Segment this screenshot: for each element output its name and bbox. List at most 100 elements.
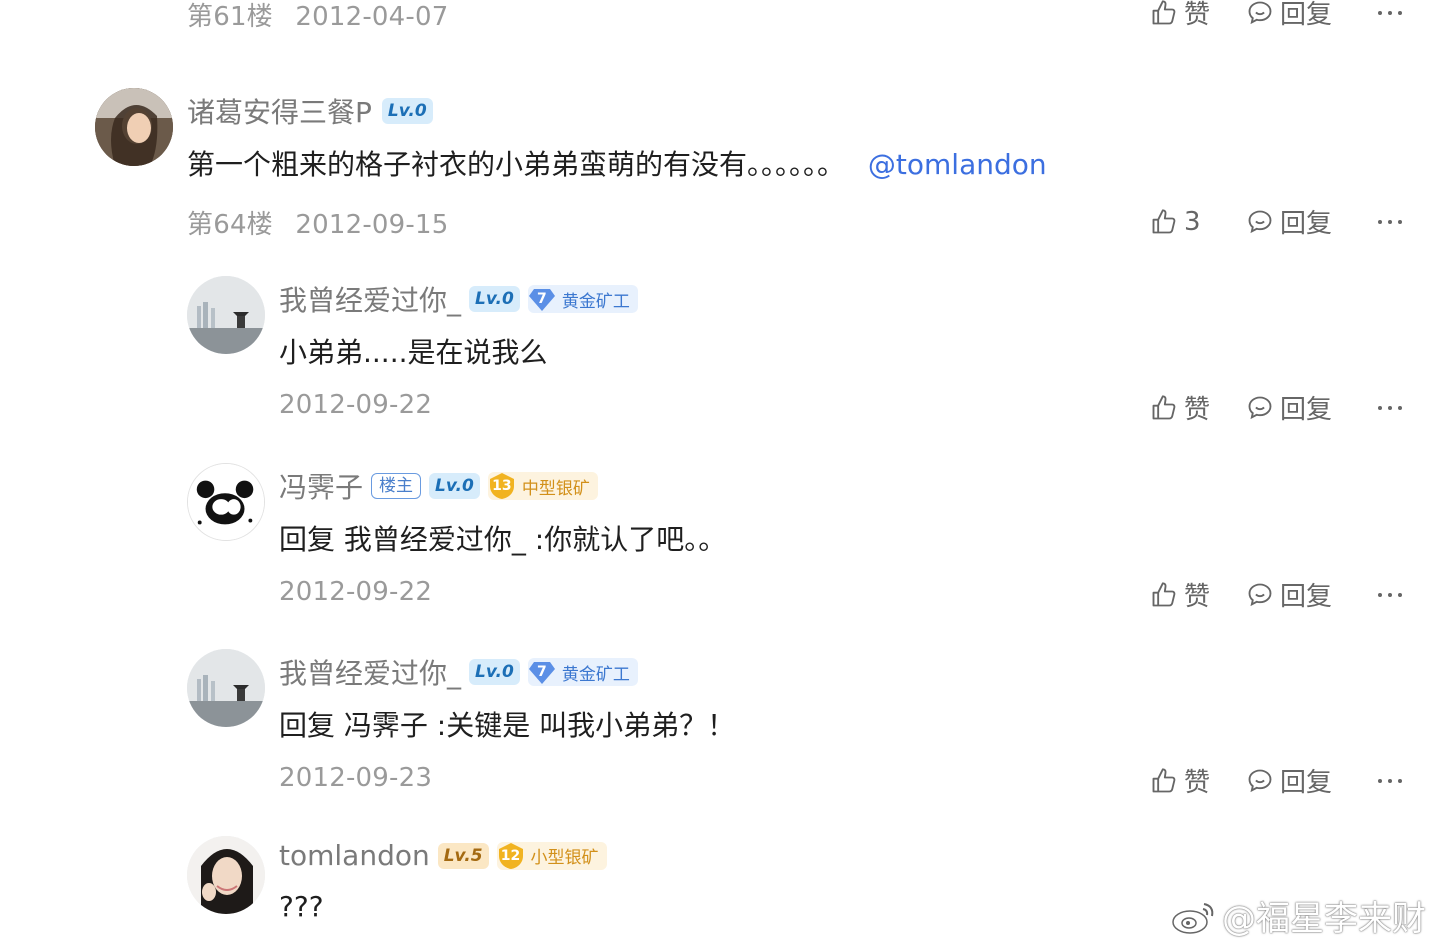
- avatar-image: [187, 276, 265, 354]
- more-icon: [1378, 10, 1402, 15]
- gem-icon: 7: [528, 285, 556, 313]
- comment-icon: [1248, 583, 1272, 606]
- username-row: tomlandon Lv.5 12 小型银矿: [279, 839, 607, 872]
- host-badge: 楼主: [371, 473, 422, 499]
- username[interactable]: tomlandon: [279, 839, 430, 872]
- more-icon: [1378, 219, 1402, 224]
- mine-number: 7: [536, 664, 547, 680]
- username-row: 我曾经爱过你_ Lv.0 7 黄金矿工: [279, 652, 638, 692]
- reply-label: 回复: [1280, 395, 1333, 425]
- watermark: @福星李来财: [1170, 891, 1426, 940]
- like-count: 3: [1184, 206, 1201, 237]
- thumbs-up-icon: [1152, 0, 1176, 24]
- floor-number: 第64楼: [187, 210, 273, 240]
- reply-actions: 赞 回复: [1150, 762, 1404, 799]
- like-button[interactable]: 3: [1150, 207, 1246, 237]
- post-actions: 3 回复: [1150, 203, 1404, 240]
- username[interactable]: 我曾经爱过你_: [279, 279, 461, 319]
- mine-badge: 13 中型银矿: [487, 472, 598, 500]
- avatar[interactable]: [187, 276, 265, 354]
- more-icon: [1378, 778, 1402, 783]
- mine-number: 13: [492, 478, 512, 494]
- mine-badge: 12 小型银矿: [496, 841, 607, 870]
- reply-actions: 赞 回复: [1150, 389, 1404, 426]
- watermark-text: @福星李来财: [1222, 899, 1426, 939]
- like-label: 赞: [1184, 768, 1211, 798]
- mine-number: 12: [500, 847, 521, 864]
- username-row: 冯霁子 楼主 Lv.0 13 中型银矿: [279, 466, 598, 506]
- more-button[interactable]: [1364, 591, 1404, 599]
- gem-icon: 13: [488, 472, 516, 500]
- floor-number: 第61楼: [187, 2, 273, 32]
- level-badge: Lv.0: [429, 473, 480, 499]
- reply-button[interactable]: 回复: [1246, 203, 1364, 240]
- thumbs-up-icon: [1152, 581, 1176, 606]
- avatar-image: [187, 649, 265, 727]
- floor-label: 第64楼 2012-09-15: [187, 204, 448, 241]
- username[interactable]: 我曾经爱过你_: [279, 652, 461, 692]
- reply-date: 2012-09-23: [279, 763, 433, 793]
- username-row: 我曾经爱过你_ Lv.0 7 黄金矿工: [279, 279, 638, 319]
- username[interactable]: 冯霁子: [279, 466, 363, 506]
- reply-actions: 赞 回复: [1150, 576, 1404, 613]
- reply-label: 回复: [1280, 0, 1333, 30]
- reply-button[interactable]: 回复: [1246, 762, 1364, 799]
- post-actions: 赞 回复: [1150, 0, 1404, 31]
- avatar-image: [187, 836, 265, 914]
- thumbs-up-icon: [1152, 394, 1176, 419]
- level-badge: Lv.0: [469, 659, 520, 685]
- post-date: 2012-09-15: [295, 210, 449, 240]
- reply-label: 回复: [1280, 209, 1333, 239]
- more-button[interactable]: [1364, 218, 1404, 226]
- avatar[interactable]: [187, 836, 265, 914]
- reply-date: 2012-09-22: [279, 577, 433, 607]
- reply-button[interactable]: 回复: [1246, 576, 1364, 613]
- more-icon: [1378, 405, 1402, 410]
- comment-icon: [1248, 769, 1272, 792]
- level-badge: Lv.5: [437, 842, 489, 869]
- username-row: 诸葛安得三餐P Lv.0: [187, 91, 433, 131]
- avatar-image: [188, 464, 264, 540]
- avatar-image: [95, 88, 173, 166]
- mine-label: 小型银矿: [530, 848, 599, 868]
- like-label: 赞: [1184, 0, 1211, 30]
- more-button[interactable]: [1364, 777, 1404, 785]
- reply-text: 回复 冯霁子 :关键是 叫我小弟弟？！: [279, 709, 736, 742]
- like-label: 赞: [1184, 582, 1211, 612]
- comment-icon: [1248, 396, 1272, 419]
- like-label: 赞: [1184, 395, 1211, 425]
- more-button[interactable]: [1364, 9, 1404, 17]
- mine-number: 7: [536, 291, 547, 307]
- reply-date: 2012-09-22: [279, 390, 433, 420]
- comment-icon: [1248, 1, 1272, 24]
- floor-label: 第61楼 2012-04-07: [187, 0, 448, 33]
- reply-text: 回复 我曾经爱过你_ :你就认了吧。。: [279, 523, 727, 556]
- mine-label: 黄金矿工: [561, 664, 630, 685]
- mention-link[interactable]: @tomlandon: [868, 148, 1047, 181]
- like-button[interactable]: 赞: [1150, 0, 1246, 31]
- reply-button[interactable]: 回复: [1246, 0, 1364, 31]
- gem-icon: 7: [528, 658, 556, 686]
- thumbs-up-icon: [1152, 767, 1176, 792]
- username[interactable]: 诸葛安得三餐P: [187, 91, 372, 131]
- level-badge: Lv.0: [469, 286, 520, 312]
- post-text: 第一个粗来的格子衬衣的小弟弟蛮萌的有没有。。。。。。: [187, 148, 846, 181]
- reply-label: 回复: [1280, 582, 1333, 612]
- reply-text: ???: [279, 890, 324, 923]
- like-button[interactable]: 赞: [1150, 576, 1246, 613]
- reply-text: 小弟弟.....是在说我么: [279, 336, 548, 369]
- mine-badge: 7 黄金矿工: [527, 285, 638, 313]
- reply-button[interactable]: 回复: [1246, 389, 1364, 426]
- like-button[interactable]: 赞: [1150, 762, 1246, 799]
- mine-label: 中型银矿: [521, 478, 590, 499]
- weibo-icon: [1172, 902, 1214, 934]
- like-button[interactable]: 赞: [1150, 389, 1246, 426]
- gem-icon: 12: [497, 842, 525, 870]
- more-icon: [1378, 592, 1402, 597]
- avatar[interactable]: [187, 649, 265, 727]
- avatar[interactable]: [95, 88, 173, 166]
- avatar[interactable]: [187, 463, 265, 541]
- level-badge: Lv.0: [381, 98, 433, 124]
- post-date: 2012-04-07: [295, 2, 449, 32]
- more-button[interactable]: [1364, 404, 1404, 412]
